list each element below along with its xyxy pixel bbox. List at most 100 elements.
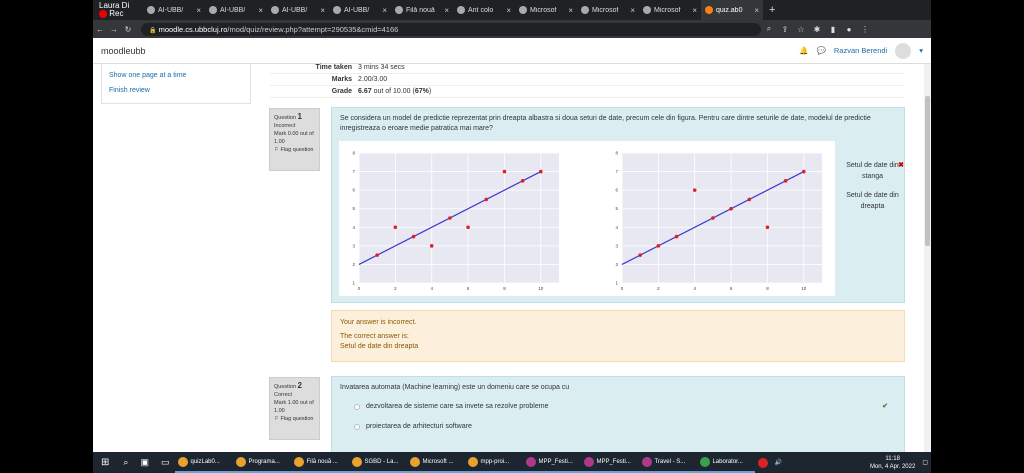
forward-arrow-icon[interactable]: → (107, 25, 121, 34)
windows-start-icon[interactable]: ⊞ (93, 452, 117, 473)
option-row[interactable]: proiectarea de arhitecturi software (354, 417, 888, 437)
menu-dots-icon[interactable]: ⋮ (857, 25, 873, 34)
close-tab-icon[interactable]: × (630, 6, 635, 15)
visual-studio-icon (526, 456, 537, 467)
user-name[interactable]: Razvan Berendi (834, 46, 887, 55)
messages-icon[interactable]: 💬 (817, 46, 826, 55)
close-tab-icon[interactable]: × (692, 6, 697, 15)
close-tab-icon[interactable]: × (506, 6, 511, 15)
summary-value: 2.00/3.00 (358, 76, 388, 83)
browser-tab[interactable]: Filă nouă × (391, 0, 453, 20)
question-number-value: 2 (297, 381, 302, 390)
flag-question-link[interactable]: ⚐ Flag question (274, 415, 315, 423)
question-state: Correct (274, 392, 293, 398)
browser-tab[interactable]: Ant colo × (453, 0, 515, 20)
taskbar-app[interactable]: Microsoft ... (407, 452, 466, 473)
browser-tab[interactable]: Microsof × (515, 0, 577, 20)
sidebar-panel-icon[interactable]: ▮ (825, 25, 841, 34)
finish-review-link[interactable]: Finish review (109, 83, 243, 98)
back-arrow-icon[interactable]: ← (93, 25, 107, 34)
close-tab-icon[interactable]: × (320, 6, 325, 15)
question-2-formulation: Invatarea automata (Machine learning) es… (331, 376, 905, 452)
question-1-figure: 0 2 4 6 8 10 1 2 3 4 5 6 7 8 0 2 4 6 8 10 1 2 3 4 5 6 7 8 (339, 141, 835, 296)
close-tab-icon[interactable]: × (258, 6, 263, 15)
file-explorer-icon[interactable]: ▭ (155, 452, 176, 473)
taskbar-clock[interactable]: 11:18 Mon, 4 Apr. 2022 (870, 455, 919, 471)
profile-icon[interactable]: ● (841, 25, 857, 34)
flag-question-link[interactable]: ⚐ Flag question (274, 146, 315, 154)
avatar[interactable] (895, 42, 912, 59)
taskbar-app[interactable]: Laborator... (697, 452, 756, 473)
tab-label: Ant colo (468, 6, 494, 14)
site-brand[interactable]: moodleubb (101, 46, 146, 56)
close-tab-icon[interactable]: × (444, 6, 449, 15)
close-tab-icon[interactable]: × (754, 6, 759, 15)
browser-tab[interactable]: Microsof × (639, 0, 701, 20)
data-point (783, 179, 788, 183)
extensions-icon[interactable]: ✱ (809, 25, 825, 34)
answer-option-left[interactable]: Setul de date din stanga ✖ (845, 160, 904, 182)
share-icon[interactable]: ⇪ (777, 25, 793, 34)
browser-tab[interactable]: AI-UBB/ × (143, 0, 205, 20)
browser-tab[interactable]: Microsof × (577, 0, 639, 20)
reload-icon[interactable]: ↻ (121, 25, 135, 34)
chevron-down-icon[interactable]: ▾ (919, 46, 923, 55)
scrollbar-thumb[interactable] (925, 96, 930, 246)
notifications-icon[interactable]: ▢ (919, 452, 931, 473)
show-one-page-link[interactable]: Show one page at a time (109, 68, 243, 83)
search-icon[interactable]: ⌕ (117, 452, 134, 473)
question-label: Question (274, 384, 297, 390)
close-tab-icon[interactable]: × (568, 6, 573, 15)
question-2-content: Invatarea automata (Machine learning) es… (331, 376, 905, 452)
star-icon[interactable]: ☆ (793, 25, 809, 34)
volume-icon[interactable]: 🔊 (771, 452, 784, 473)
data-point (411, 234, 416, 239)
taskbar-app[interactable]: MPP_Festi... (523, 452, 582, 473)
radio-button[interactable] (354, 424, 360, 430)
taskbar-app-label: quizLab0... (190, 458, 220, 465)
taskbar-app[interactable]: mpp-proi... (465, 452, 524, 473)
chrome-icon (236, 456, 247, 467)
summary-key: Marks (331, 76, 352, 83)
y-tick-label: 5 (352, 206, 355, 211)
feedback-correct-answer: Setul de date din dreapta (340, 343, 419, 350)
recorder-badge: Laura Di Rec (99, 2, 129, 18)
taskbar-app[interactable]: Travel - S... (639, 452, 698, 473)
option-row[interactable]: dezvoltarea de sisteme care sa invete sa… (354, 397, 888, 417)
tab-label: Microsof (654, 6, 681, 14)
taskbar-app[interactable]: quizLab0... (175, 452, 234, 473)
close-tab-icon[interactable]: × (382, 6, 387, 15)
taskbar-app[interactable]: SGBD - La... (349, 452, 408, 473)
answer-option-right[interactable]: Setul de date din dreapta (845, 190, 900, 212)
summary-value: 6.67 out of 10.00 (67%) (358, 88, 431, 95)
browser-tab[interactable]: AI-UBB/ × (329, 0, 391, 20)
radio-button[interactable] (354, 404, 360, 410)
web-icon (643, 6, 651, 14)
task-view-icon[interactable]: ▣ (134, 452, 155, 473)
y-tick-label: 3 (615, 243, 618, 248)
clock-date: Mon, 4 Apr. 2022 (869, 463, 916, 470)
taskbar-app[interactable]: Programa... (233, 452, 292, 473)
taskbar-app-label: MPP_Festi... (538, 458, 573, 465)
search-icon[interactable]: ⌕ (761, 24, 777, 34)
new-tab-button[interactable]: + (763, 4, 781, 16)
page-scrollbar[interactable] (924, 64, 931, 452)
browser-window: Laura Di Rec AI-UBB/× AI-UBB/× AI-UBB/× … (93, 0, 931, 452)
taskbar-app-label: SGBD - La... (364, 458, 399, 465)
x-tick-label: 4 (693, 286, 696, 291)
tab-label: Filă nouă (406, 6, 435, 14)
notifications-bell-icon[interactable]: 🔔 (799, 46, 808, 55)
browser-tab[interactable]: AI-UBB/ × (267, 0, 329, 20)
y-tick-label: 2 (352, 262, 355, 267)
url-input[interactable]: 🔒 moodle.cs.ubbcluj.ro/mod/quiz/review.p… (141, 22, 761, 36)
browser-tab-active[interactable]: quiz.ab0 × (701, 0, 763, 20)
moodle-icon (705, 6, 713, 14)
taskbar-app[interactable]: Filă nouă ... (291, 452, 350, 473)
y-tick-label: 7 (615, 169, 618, 174)
browser-tab[interactable]: AI-UBB/ × (205, 0, 267, 20)
record-tray-icon[interactable] (755, 452, 771, 473)
question-mark: Mark 0.00 out of 1.00 (274, 131, 314, 145)
summary-row: Time taken 3 mins 34 secs (270, 62, 905, 74)
taskbar-app[interactable]: MPP_Festi... (581, 452, 640, 473)
close-tab-icon[interactable]: × (196, 6, 201, 15)
